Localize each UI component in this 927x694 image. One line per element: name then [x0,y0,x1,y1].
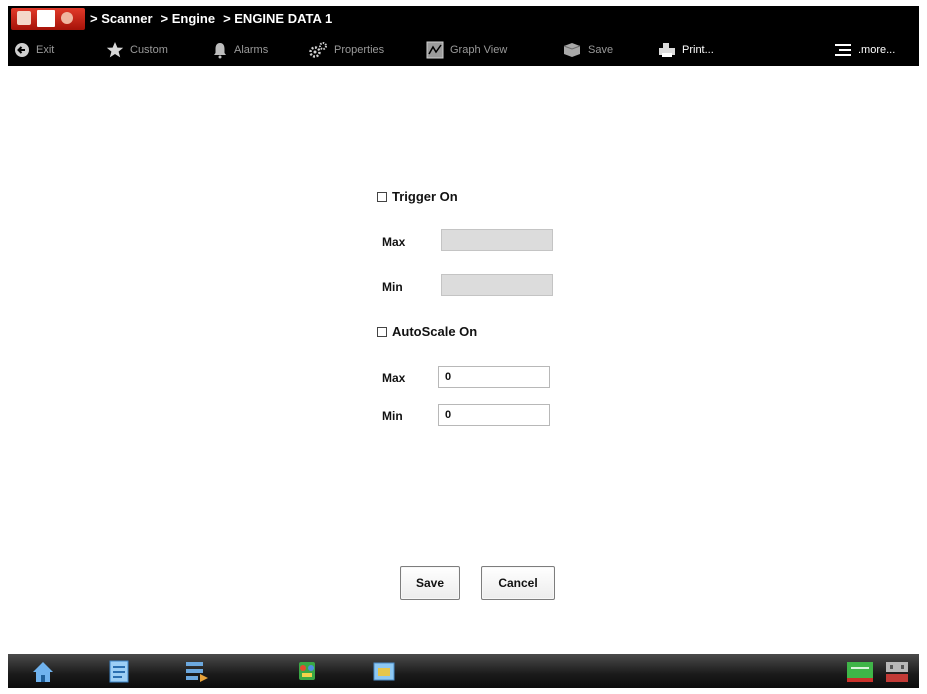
toolbar: Exit Custom Alarms Properties Graph View… [8,34,919,66]
graph-icon [426,41,444,59]
more-button[interactable]: .more... [834,38,895,62]
graph-view-button[interactable]: Graph View [426,38,507,62]
scale-max-label: Max [382,371,406,385]
exit-button[interactable]: Exit [14,38,54,62]
trigger-checkbox-box[interactable] [377,191,387,202]
trigger-max-field [441,229,553,251]
star-icon [106,42,124,58]
tools-icon[interactable] [183,658,209,684]
custom-button[interactable]: Custom [106,38,168,62]
autoscale-checkbox-box[interactable] [377,326,387,337]
status-indicator-icon[interactable] [846,658,874,684]
trigger-min-label: Min [382,280,403,294]
notepad-icon[interactable] [106,658,132,684]
alarms-button[interactable]: Alarms [212,38,268,62]
title-bar: > Scanner > Engine > ENGINE DATA 1 [8,6,919,34]
print-label: Print... [682,44,714,56]
app-window: > Scanner > Engine > ENGINE DATA 1 Exit … [8,6,919,688]
logo-mark [37,10,55,27]
properties-button[interactable]: Properties [308,38,384,62]
save-button[interactable]: Save [400,566,460,600]
autoscale-on-label: AutoScale On [392,324,478,339]
logo-mark [61,12,73,24]
print-button[interactable]: Print... [658,38,714,62]
scale-min-label: Min [382,409,403,423]
properties-label: Properties [334,44,385,56]
taskbar [8,654,919,688]
trigger-on-checkbox[interactable]: Trigger On [377,189,458,204]
exit-label: Exit [36,44,55,56]
custom-label: Custom [130,44,168,56]
list-menu-icon [835,44,851,56]
breadcrumb-item-engine[interactable]: > Engine [161,11,216,26]
breadcrumb: > Scanner > Engine > ENGINE DATA 1 [90,11,332,26]
more-label: .more... [858,44,896,56]
trigger-min-field [441,274,553,296]
scanner-icon[interactable] [294,658,320,684]
logo-mark [17,11,31,25]
breadcrumb-item-engine-data: > ENGINE DATA 1 [223,11,333,26]
graph-view-label: Graph View [450,44,508,56]
cancel-button[interactable]: Cancel [481,566,555,600]
logo[interactable] [11,8,85,30]
back-arrow-icon [15,43,29,57]
folder-icon[interactable] [371,658,397,684]
home-icon[interactable] [30,658,56,684]
bell-icon [214,43,226,59]
scale-min-input[interactable]: 0 [438,404,550,426]
scale-settings-panel: Trigger On Max Min AutoScale On Max 0 Mi… [8,66,919,654]
trigger-max-label: Max [382,235,406,249]
printer-icon [659,43,675,57]
breadcrumb-item-scanner[interactable]: > Scanner [90,11,153,26]
usb-icon[interactable] [882,658,912,684]
save-toolbar-label: Save [588,44,614,56]
scale-max-input[interactable]: 0 [438,366,550,388]
gears-icon [309,42,327,58]
trigger-on-label: Trigger On [392,189,458,204]
alarms-label: Alarms [234,44,269,56]
save-toolbar-button[interactable]: Save [562,38,613,62]
save-icon [563,43,581,57]
autoscale-on-checkbox[interactable]: AutoScale On [377,324,477,339]
